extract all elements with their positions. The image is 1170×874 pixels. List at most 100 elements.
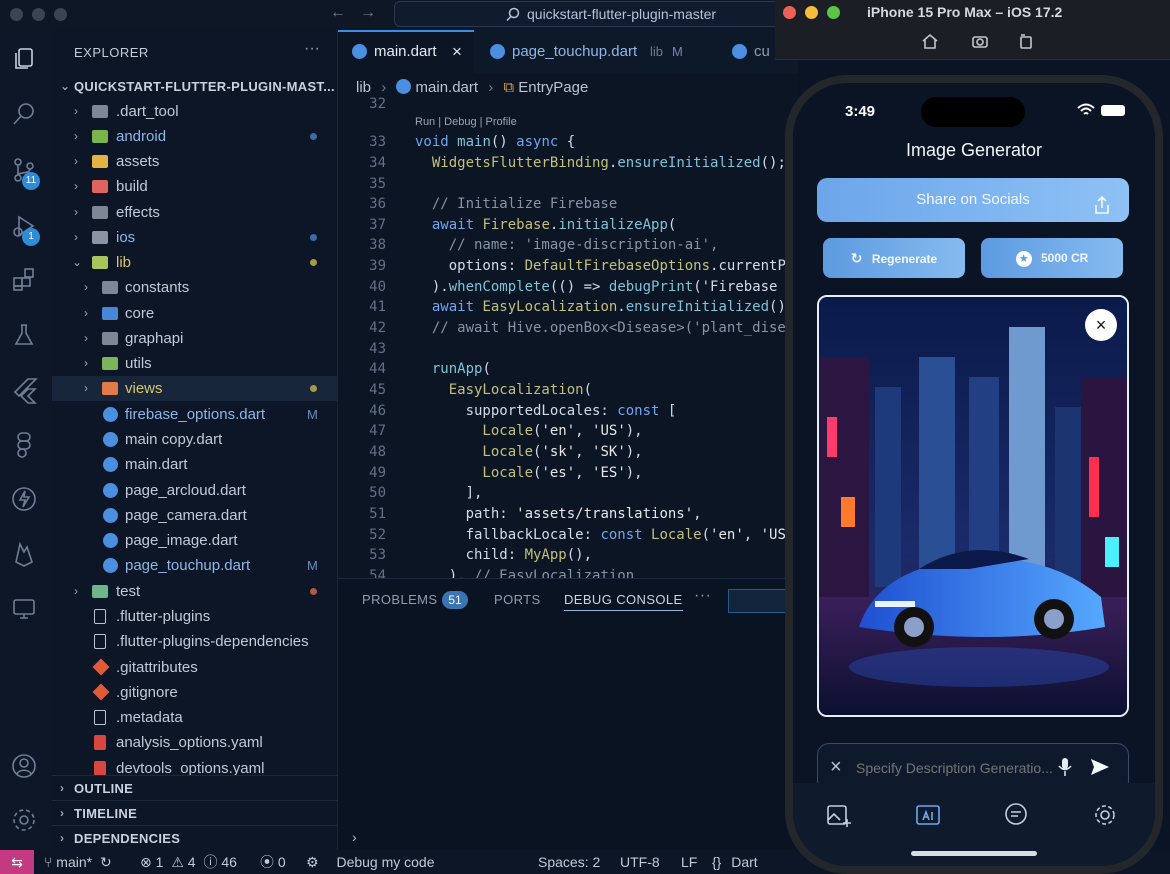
file-icon [94, 609, 106, 624]
tree-item-ios[interactable]: › ios [52, 225, 338, 250]
firebase-icon[interactable] [10, 540, 40, 570]
tree-item-build[interactable]: › build [52, 174, 338, 199]
tree-item-test[interactable]: › test [52, 579, 338, 604]
tree-item-main[interactable]: main.dart [52, 452, 338, 477]
tree-item-dart-tool[interactable]: › .dart_tool [52, 99, 338, 124]
code-editor[interactable]: void main() async { WidgetsFlutterBindin… [338, 30, 798, 578]
close-image-button[interactable]: × [1085, 309, 1117, 341]
search-icon[interactable] [10, 100, 40, 130]
phone-screen: 3:49 Image Generator Share on Socials ↻ … [793, 83, 1155, 866]
tree-item-devtools-options[interactable]: devtools_options.yaml [52, 756, 338, 776]
tree-item-assets[interactable]: › assets [52, 149, 338, 174]
chevron-right-icon: › [74, 129, 78, 143]
chevron-right-icon: › [60, 831, 65, 845]
explorer-root-folder[interactable]: ⌄ QUICKSTART-FLUTTER-PLUGIN-MAST... [52, 76, 338, 98]
chevron-right-icon: › [74, 179, 78, 193]
timeline-section[interactable]: › TIMELINE [52, 800, 338, 825]
home-icon[interactable] [921, 32, 939, 50]
window-close-control[interactable] [10, 8, 23, 21]
sim-close-control[interactable] [783, 6, 796, 19]
back-arrow-icon[interactable]: ← [330, 4, 346, 22]
tree-item-main-copy[interactable]: main copy.dart [52, 427, 338, 452]
tree-item-core[interactable]: › core [52, 301, 338, 326]
tree-item-firebase-options[interactable]: firebase_options.dart M [52, 402, 338, 427]
flutter-icon[interactable] [10, 376, 40, 406]
explorer-more-icon[interactable]: ··· [304, 40, 320, 58]
dart-file-icon [103, 457, 118, 472]
file-icon [94, 710, 106, 725]
tree-item-page-camera[interactable]: page_camera.dart [52, 503, 338, 528]
figma-icon[interactable] [10, 430, 40, 460]
sim-zoom-control[interactable] [827, 6, 840, 19]
tree-item-gitignore[interactable]: .gitignore [52, 680, 338, 705]
simulator-title: iPhone 15 Pro Max – iOS 17.2 [867, 4, 1063, 20]
tree-item-metadata[interactable]: .metadata [52, 705, 338, 730]
testing-flask-icon[interactable] [10, 321, 40, 351]
tree-item-effects[interactable]: › effects [52, 200, 338, 225]
tree-item-views[interactable]: › views [52, 376, 338, 401]
tree-item-page-arcloud[interactable]: page_arcloud.dart [52, 478, 338, 503]
problems-count-badge: 51 [442, 591, 468, 609]
remote-indicator-icon[interactable]: ⇆ [0, 850, 34, 874]
clear-icon[interactable]: × [830, 756, 842, 779]
send-icon[interactable] [1090, 758, 1110, 781]
dependencies-section[interactable]: › DEPENDENCIES [52, 825, 338, 850]
window-zoom-control[interactable] [54, 8, 67, 21]
command-center[interactable]: quickstart-flutter-plugin-master [394, 1, 786, 27]
forward-arrow-icon[interactable]: → [360, 4, 376, 22]
debug-console-prompt[interactable]: › [352, 829, 357, 845]
lightning-icon[interactable] [10, 485, 40, 515]
debug-status[interactable]: ⚙ Debug my code [306, 850, 435, 874]
tree-item-page-touchup[interactable]: page_touchup.dart M [52, 553, 338, 578]
remote-explorer-icon[interactable] [10, 595, 40, 625]
tab-debug-console[interactable]: DEBUG CONSOLE [564, 592, 683, 611]
git-branch[interactable]: ⑂ main* ↻ [44, 850, 112, 874]
ai-image-icon[interactable] [914, 801, 942, 829]
wifi-icon [1077, 103, 1095, 122]
explorer-sidebar: EXPLORER ··· ⌄ QUICKSTART-FLUTTER-PLUGIN… [52, 30, 338, 850]
window-minimize-control[interactable] [32, 8, 45, 21]
screenshot-icon[interactable] [971, 32, 989, 50]
outline-section[interactable]: › OUTLINE [52, 775, 338, 800]
chevron-right-icon: › [84, 306, 88, 320]
tab-problems[interactable]: PROBLEMS [362, 592, 437, 607]
panel-more-icon[interactable]: ··· [694, 587, 711, 605]
description-input[interactable] [856, 758, 1056, 778]
code-line: fallbackLocale: const Locale('en', 'US [415, 527, 786, 543]
problems-status[interactable]: ⊗ 1 ⚠ 4 ⓘ 46 [140, 850, 237, 874]
account-icon[interactable] [10, 752, 40, 782]
add-image-icon[interactable] [825, 801, 853, 829]
code-line: void main() async { [415, 134, 576, 150]
folder-icon [102, 332, 118, 345]
indentation-status[interactable]: Spaces: 2 [538, 850, 600, 874]
regenerate-button[interactable]: ↻ Regenerate [823, 238, 965, 278]
eol-status[interactable]: LF [681, 850, 697, 874]
tree-item-page-image[interactable]: page_image.dart [52, 528, 338, 553]
dart-file-icon [103, 432, 118, 447]
settings-gear-icon[interactable] [10, 806, 40, 836]
extensions-icon[interactable] [10, 266, 40, 296]
chat-icon[interactable] [1002, 801, 1030, 829]
sim-minimize-control[interactable] [805, 6, 818, 19]
tree-item-label: firebase_options.dart [125, 406, 266, 423]
tab-ports[interactable]: PORTS [494, 592, 541, 607]
tree-item-graphapi[interactable]: › graphapi [52, 326, 338, 351]
tree-item-utils[interactable]: › utils [52, 351, 338, 376]
share-on-socials-button[interactable]: Share on Socials [817, 178, 1129, 222]
ports-status[interactable]: ⦿ 0 [260, 850, 286, 874]
explorer-files-icon[interactable] [10, 45, 40, 75]
settings-icon[interactable] [1091, 801, 1119, 829]
tree-item-android[interactable]: › android [52, 124, 338, 149]
tree-item-analysis-options[interactable]: analysis_options.yaml [52, 730, 338, 755]
file-icon [94, 634, 106, 649]
tree-item-constants[interactable]: › constants [52, 275, 338, 300]
language-mode[interactable]: {} Dart [712, 850, 758, 874]
tree-item-flutter-plugins-dependencies[interactable]: .flutter-plugins-dependencies [52, 629, 338, 654]
encoding-status[interactable]: UTF-8 [620, 850, 660, 874]
microphone-icon[interactable] [1058, 757, 1072, 782]
rotate-icon[interactable] [1017, 32, 1035, 50]
tree-item-gitattributes[interactable]: .gitattributes [52, 655, 338, 680]
tree-item-flutter-plugins[interactable]: .flutter-plugins [52, 604, 338, 629]
credits-button[interactable]: ★ 5000 CR [981, 238, 1123, 278]
tree-item-lib[interactable]: ⌄ lib [52, 250, 338, 275]
